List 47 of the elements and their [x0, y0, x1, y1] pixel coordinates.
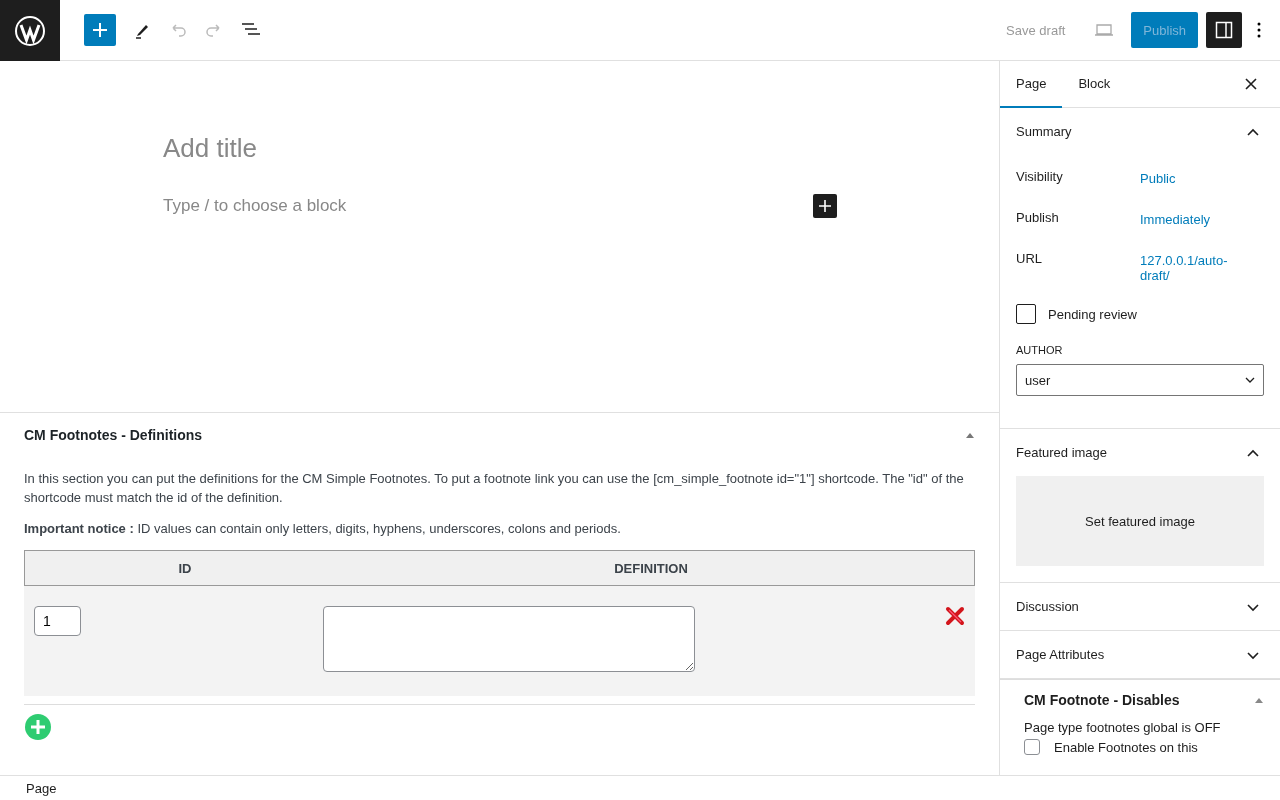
field-label: Publish	[1016, 210, 1060, 225]
set-featured-image-button[interactable]: Set featured image	[1016, 476, 1264, 566]
description-text: In this section you can put the definitions for the CM Simple Footnotes. To put a footnote link you can use the [cm_simple_footnote id="1"] shortcode. The "id" of the shortcode must match the id of the definition.	[24, 470, 965, 507]
breadcrumb[interactable]: Page	[26, 780, 57, 796]
chevron-icon[interactable]	[1246, 126, 1260, 137]
checkbox[interactable]	[1016, 304, 1036, 324]
panel-title[interactable]: Discussion	[1016, 599, 1079, 614]
field-label: Visibility	[1016, 169, 1064, 184]
collapse-toggle-icon[interactable]	[965, 431, 975, 439]
chevron-icon[interactable]	[1246, 601, 1260, 612]
close-icon[interactable]	[1244, 77, 1258, 91]
collapse-toggle-icon[interactable]	[1254, 696, 1264, 704]
plus-icon	[819, 200, 831, 212]
author-select[interactable]: user	[1016, 364, 1264, 396]
w-logo-icon	[14, 14, 46, 47]
panel-title[interactable]: Page Attributes	[1016, 647, 1105, 662]
field-label: URL	[1016, 251, 1043, 266]
chevron-icon[interactable]	[1246, 447, 1260, 458]
status-text: Page type footnotes global is OFF	[1024, 720, 1222, 735]
plus-icon	[92, 22, 108, 38]
sidebar-icon	[1215, 21, 1233, 39]
field-value-link[interactable]: Immediately	[1140, 210, 1240, 227]
delete-icon[interactable]	[945, 606, 965, 626]
sidebar-tab[interactable]: Page	[1000, 61, 1063, 108]
checkbox-label: Enable Footnotes on this	[1054, 739, 1198, 755]
column-header: ID	[177, 560, 193, 576]
add-block-button[interactable]	[813, 194, 837, 218]
column-header: DEFINITION	[613, 560, 689, 576]
definition-field[interactable]	[323, 606, 695, 672]
author-label: AUTHOR	[1016, 344, 1064, 356]
chevron-icon[interactable]	[1246, 649, 1260, 660]
sidebar-tab[interactable]: Block	[1062, 61, 1127, 108]
checkbox[interactable]	[1024, 739, 1040, 755]
title-field[interactable]: Add title	[163, 133, 999, 164]
meta-box-title: CM Footnotes - Definitions	[24, 427, 203, 443]
wordpress-logo[interactable]	[0, 0, 60, 61]
chevron-icon	[1245, 377, 1255, 383]
checkbox-label: Pending review	[1048, 306, 1137, 322]
id-field[interactable]: 1	[34, 606, 81, 636]
block-placeholder[interactable]: Type / to choose a block	[163, 196, 347, 216]
field-value-link[interactable]: 127.0.0.1/auto-draft/	[1140, 251, 1240, 283]
notice-text: Important notice : ID values can contain only letters, digits, hyphens, underscores, colons and periods.	[24, 520, 622, 538]
meta-box-title: CM Footnote - Disables	[1024, 692, 1180, 708]
settings-toggle-button[interactable]	[1206, 12, 1242, 48]
field-value-link[interactable]: Public	[1140, 169, 1240, 186]
panel-title[interactable]: Summary	[1016, 124, 1072, 139]
panel-title[interactable]: Featured image	[1016, 445, 1108, 460]
